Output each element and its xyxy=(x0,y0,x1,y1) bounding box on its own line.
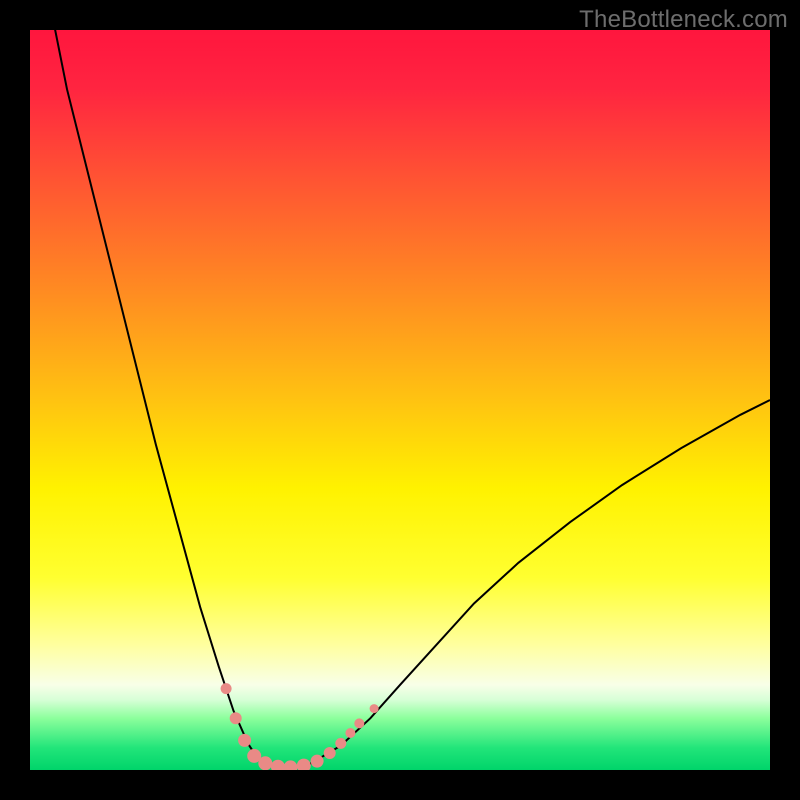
highlight-dot xyxy=(335,738,346,749)
gradient-rect xyxy=(30,30,770,770)
highlight-dot xyxy=(221,683,232,694)
chart-frame: TheBottleneck.com xyxy=(0,0,800,800)
highlight-dot xyxy=(324,747,336,759)
highlight-dot xyxy=(345,728,355,738)
highlight-dot xyxy=(258,756,272,770)
highlight-dot xyxy=(230,712,242,724)
highlight-dot xyxy=(370,704,379,713)
chart-svg xyxy=(30,30,770,770)
highlight-dot xyxy=(311,755,324,768)
highlight-dot xyxy=(238,734,251,747)
plot-area xyxy=(30,30,770,770)
highlight-dot xyxy=(354,718,364,728)
